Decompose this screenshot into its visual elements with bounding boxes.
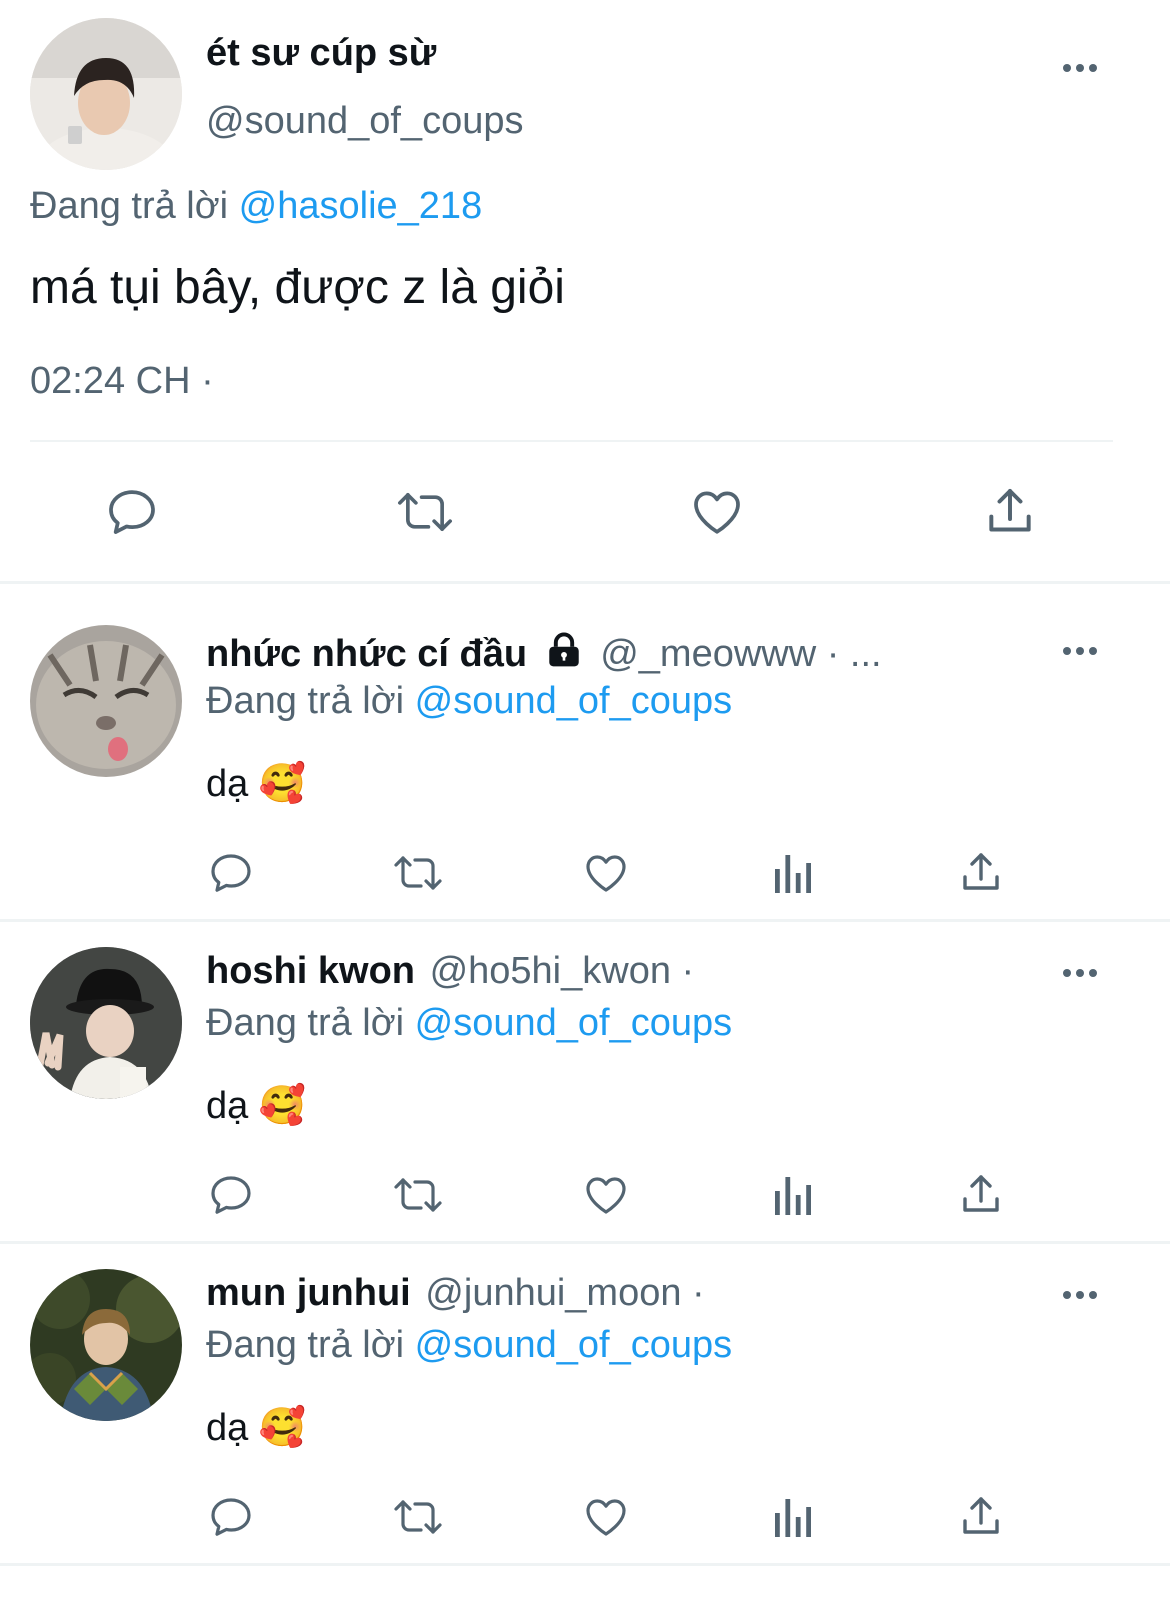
replying-label: Đang trả lời [206,1324,405,1366]
handle[interactable]: @junhui_moon · [425,1272,704,1314]
reply-header: mun junhui @junhui_moon · [206,1272,705,1315]
tweet-text: dạ 🥰 [206,1085,307,1127]
replying-to-link[interactable]: @sound_of_coups [415,680,732,722]
divider [30,440,1113,442]
replying-label: Đang trả lời [30,185,229,227]
tweet-text: dạ 🥰 [206,763,307,805]
display-name[interactable]: hoshi kwon [206,950,415,992]
timestamp[interactable]: 02:24 CH · [30,360,214,403]
more-options-icon[interactable] [1060,963,1100,983]
tweet-text: dạ 🥰 [206,1407,307,1449]
replying-to-line: Đang trả lời @hasolie_218 [30,185,482,228]
handle[interactable]: @_meowww · ... [600,633,881,675]
replying-to-line: Đang trả lời @sound_of_coups [206,1002,732,1045]
retweet-icon[interactable] [390,1170,446,1220]
reply-icon[interactable] [206,848,256,898]
replying-to-link[interactable]: @sound_of_coups [415,1324,732,1366]
lock-icon [544,632,584,678]
replying-to-line: Đang trả lời @sound_of_coups [206,680,732,723]
reply-icon[interactable] [102,482,162,542]
retweet-icon[interactable] [390,1492,446,1542]
analytics-icon[interactable] [770,1170,816,1220]
display-name[interactable]: mun junhui [206,1272,411,1314]
like-icon[interactable] [581,1170,631,1220]
divider [0,919,1170,922]
replying-label: Đang trả lời [206,1002,405,1044]
share-icon[interactable] [956,848,1006,898]
share-icon[interactable] [956,1170,1006,1220]
divider [0,581,1170,584]
avatar[interactable] [30,625,182,777]
divider [0,1563,1170,1566]
share-icon[interactable] [956,1492,1006,1542]
retweet-icon[interactable] [392,482,458,542]
handle[interactable]: @sound_of_coups [206,100,523,143]
reply-icon[interactable] [206,1492,256,1542]
tweet-text: má tụi bây, được z là giỏi [30,261,565,314]
handle[interactable]: @ho5hi_kwon · [430,950,695,992]
avatar[interactable] [30,947,182,1099]
analytics-icon[interactable] [770,1492,816,1542]
avatar[interactable] [30,18,182,170]
reply-icon[interactable] [206,1170,256,1220]
replying-to-link[interactable]: @hasolie_218 [239,185,483,227]
reply-header: nhức nhức cí đầu @_meowww · ... [206,632,882,678]
analytics-icon[interactable] [770,848,816,898]
retweet-icon[interactable] [390,848,446,898]
display-name[interactable]: nhức nhức cí đầu [206,633,527,675]
reply-header: hoshi kwon @ho5hi_kwon · [206,950,694,993]
like-icon[interactable] [581,1492,631,1542]
avatar[interactable] [30,1269,182,1421]
more-options-icon[interactable] [1060,58,1100,78]
replying-to-line: Đang trả lời @sound_of_coups [206,1324,732,1367]
divider [0,1241,1170,1244]
display-name[interactable]: ét sư cúp sừ [206,32,436,75]
replying-label: Đang trả lời [206,680,405,722]
like-icon[interactable] [581,848,631,898]
replying-to-link[interactable]: @sound_of_coups [415,1002,732,1044]
more-options-icon[interactable] [1060,641,1100,661]
like-icon[interactable] [686,482,748,542]
share-icon[interactable] [980,482,1040,542]
more-options-icon[interactable] [1060,1285,1100,1305]
